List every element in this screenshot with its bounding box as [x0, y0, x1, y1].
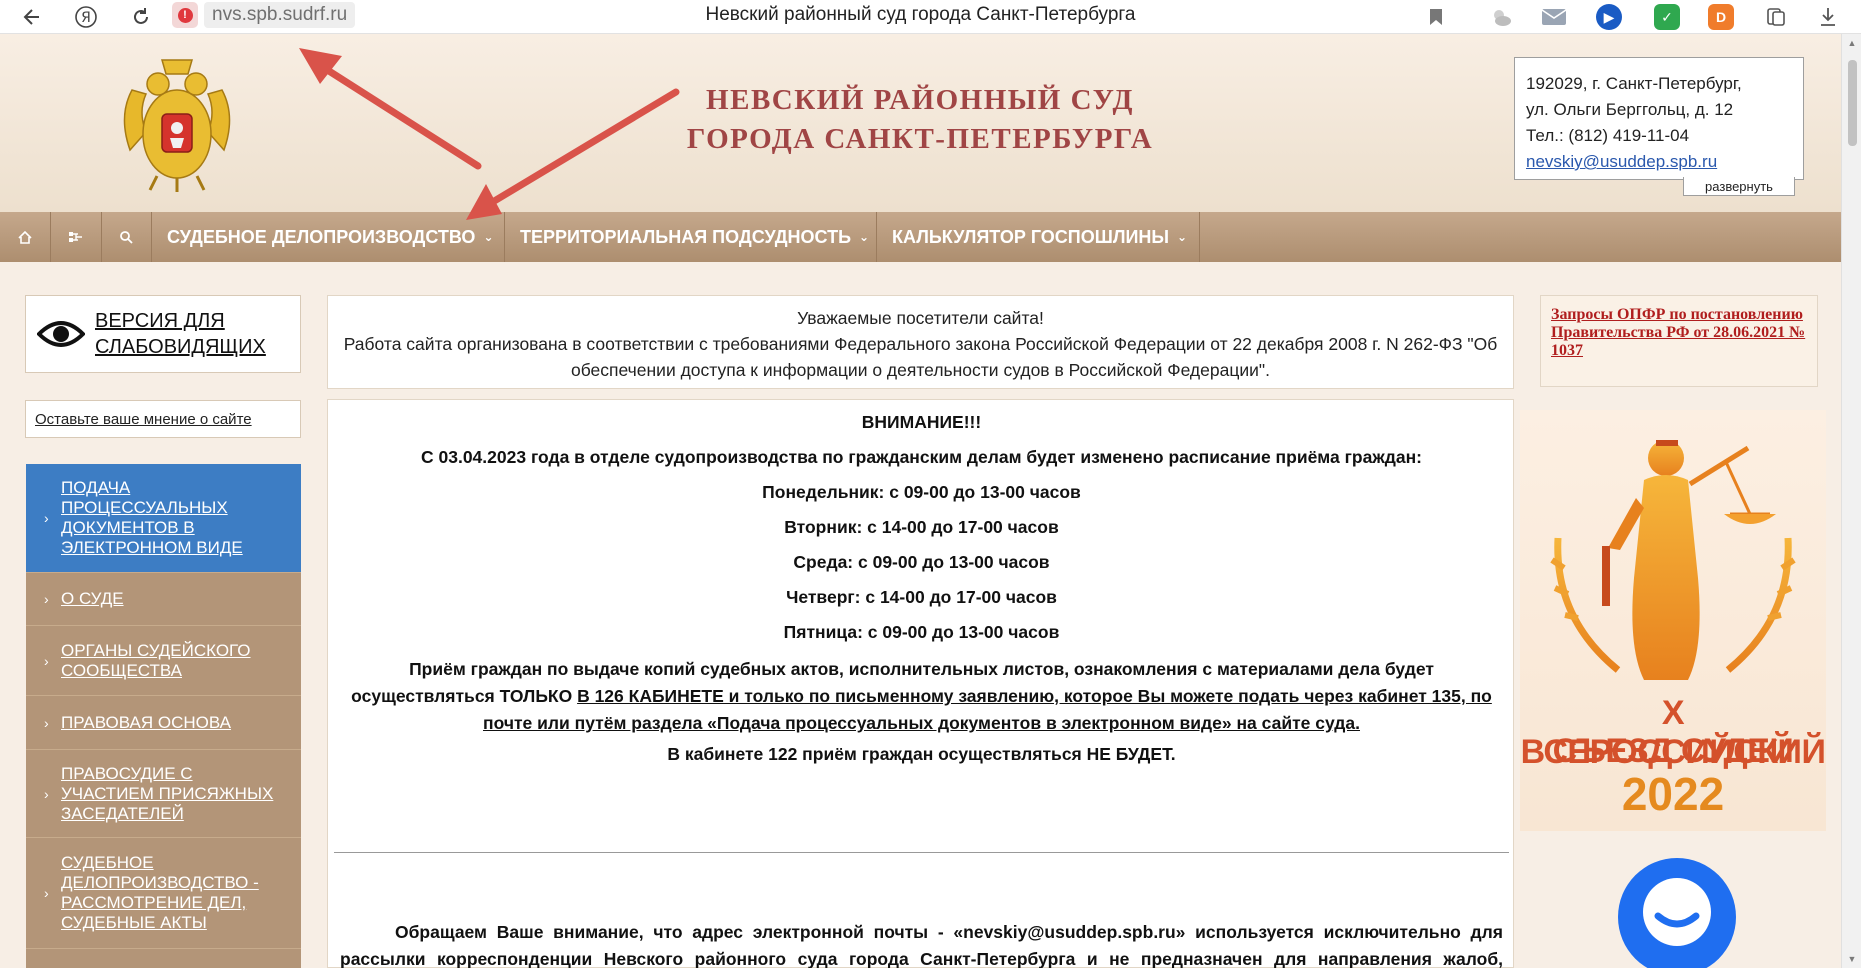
main-content: ВНИМАНИЕ!!! С 03.04.2023 года в отделе с…: [327, 399, 1514, 968]
chevron-right-icon: ›: [44, 591, 49, 607]
shield-check-icon[interactable]: ✓: [1654, 4, 1680, 30]
court-title-line1: НЕВСКИЙ РАЙОННЫЙ СУД: [706, 84, 1134, 116]
security-warning-icon[interactable]: !: [172, 2, 198, 28]
sidebar-item-label: ОРГАНЫ СУДЕЙСКОГО СООБЩЕСТВА: [61, 640, 251, 680]
nav-menu-calculator[interactable]: КАЛЬКУЛЯТОР ГОСПОШЛИНЫ ⌄: [877, 212, 1200, 262]
weather-icon[interactable]: [1488, 4, 1514, 30]
nav-menu-jurisdiction-label: ТЕРРИТОРИАЛЬНАЯ ПОДСУДНОСТЬ: [520, 226, 852, 247]
sidebar-item-proceedings[interactable]: › СУДЕБНОЕ ДЕЛОПРОИЗВОДСТВО - РАССМОТРЕН…: [26, 838, 301, 949]
attention-heading: ВНИМАНИЕ!!!: [861, 412, 982, 432]
sidebar-item-label: О СУДЕ: [61, 589, 124, 608]
coat-of-arms-icon: [123, 59, 231, 192]
scroll-down-icon[interactable]: ▼: [1842, 950, 1861, 968]
chevron-right-icon: ›: [44, 785, 49, 802]
court-title: НЕВСКИЙ РАЙОННЫЙ СУД ГОРОДА САНКТ-ПЕТЕРБ…: [680, 81, 1160, 159]
banner-line2: СЪЕЗД СУДЕЙ: [1552, 732, 1794, 770]
sidebar-item-label: ПРАВОВАЯ ОСНОВА: [61, 712, 231, 732]
sidebar-item-about[interactable]: › О СУДЕ: [26, 573, 301, 626]
phone: Тел.: (812) 419-11-04: [1526, 126, 1690, 145]
reception-paragraph: Приём граждан по выдаче копий судебных а…: [348, 656, 1495, 737]
collections-icon[interactable]: [1763, 4, 1789, 30]
scroll-thumb[interactable]: [1848, 60, 1857, 146]
expand-contacts-button[interactable]: развернуть: [1683, 177, 1795, 196]
sidebar-item-label: СУДЕБНОЕ ДЕЛОПРОИЗВОДСТВО - РАССМОТРЕНИЕ…: [61, 853, 259, 932]
extension-d-icon[interactable]: D: [1708, 4, 1734, 30]
eye-icon: [37, 321, 85, 347]
contact-card: 192029, г. Санкт-Петербург, ул. Ольги Бе…: [1514, 57, 1804, 180]
nav-menu-jurisdiction[interactable]: ТЕРРИТОРИАЛЬНАЯ ПОДСУДНОСТЬ ⌄: [505, 212, 877, 262]
address-line2: ул. Ольги Берггольц, д. 12: [1526, 100, 1734, 119]
content-divider: [334, 852, 1509, 853]
svg-text:Я: Я: [81, 10, 91, 26]
search-icon[interactable]: [102, 212, 152, 262]
schedule-intro: С 03.04.2023 года в отделе судопроизводс…: [421, 447, 1422, 467]
low-vision-label: ВЕРСИЯ ДЛЯ СЛАБОВИДЯЩИХ: [95, 310, 266, 358]
sidebar-item-next[interactable]: [26, 949, 301, 968]
sidebar-item-label: ПОДАЧА ПРОЦЕССУАЛЬНЫХ ДОКУМЕНТОВ В ЭЛЕКТ…: [61, 478, 243, 557]
notice-greeting: Уважаемые посетители сайта!: [797, 308, 1044, 328]
browser-toolbar: Я ! nvs.spb.sudrf.ru Невский районный су…: [0, 0, 1861, 34]
reception-text-part2: В 126 КАБИНЕТЕ и только по письменному з…: [483, 686, 1492, 733]
chevron-right-icon: ›: [44, 714, 49, 731]
themis-statue-icon: [1550, 440, 1796, 680]
email-link[interactable]: nevskiy@usuddep.spb.ru: [1526, 149, 1803, 175]
cabinet-122-notice: В кабинете 122 приём граждан осуществлят…: [667, 744, 1176, 764]
nav-menu-calculator-label: КАЛЬКУЛЯТОР ГОСПОШЛИНЫ: [892, 226, 1170, 247]
sidebar-item-e-filing[interactable]: › ПОДАЧА ПРОЦЕССУАЛЬНЫХ ДОКУМЕНТОВ В ЭЛЕ…: [26, 464, 301, 573]
sidebar-item-jury[interactable]: › ПРАВОСУДИЕ С УЧАСТИЕМ ПРИСЯЖНЫХ ЗАСЕДА…: [26, 750, 301, 838]
home-icon[interactable]: [0, 212, 51, 262]
schedule-friday: Пятница: с 09-00 до 13-00 часов: [783, 622, 1060, 642]
sidebar-item-label: ПРАВОСУДИЕ С УЧАСТИЕМ ПРИСЯЖНЫХ ЗАСЕДАТЕ…: [61, 763, 274, 823]
judges-congress-banner[interactable]: X ВСЕРОССИЙСКИЙ СЪЕЗД СУДЕЙ 2022: [1520, 410, 1826, 831]
nav-menu-proceedings-label: СУДЕБНОЕ ДЕЛОПРОИЗВОДСТВО: [167, 226, 476, 247]
top-navigation: СУДЕБНОЕ ДЕЛОПРОИЗВОДСТВО ⌄ ТЕРРИТОРИАЛЬ…: [0, 212, 1841, 262]
bookmark-icon[interactable]: [1422, 0, 1450, 34]
address-bar[interactable]: ! nvs.spb.sudrf.ru: [172, 2, 356, 28]
chevron-down-icon: ⌄: [1177, 230, 1188, 244]
chat-bubble-icon: [1643, 878, 1711, 946]
schedule-monday: Понедельник: с 09-00 до 13-00 часов: [762, 482, 1081, 502]
reload-icon[interactable]: [123, 0, 159, 34]
url-text[interactable]: nvs.spb.sudrf.ru: [204, 2, 356, 28]
address-line1: 192029, г. Санкт-Петербург,: [1526, 74, 1742, 93]
email-notice: Обращаем Ваше внимание, что адрес электр…: [340, 922, 1503, 968]
schedule-wednesday: Среда: с 09-00 до 13-00 часов: [793, 552, 1050, 572]
chat-widget-button[interactable]: [1618, 858, 1736, 968]
schedule-tuesday: Вторник: с 14-00 до 17-00 часов: [784, 517, 1059, 537]
sidebar-item-legal-basis[interactable]: › ПРАВОВАЯ ОСНОВА: [26, 696, 301, 750]
low-vision-version-button[interactable]: ВЕРСИЯ ДЛЯ СЛАБОВИДЯЩИХ: [25, 295, 301, 373]
feedback-link[interactable]: Оставьте ваше мнение о сайте: [25, 400, 301, 438]
sidebar-item-judicial-bodies[interactable]: › ОРГАНЫ СУДЕЙСКОГО СООБЩЕСТВА: [26, 626, 301, 696]
chevron-right-icon: ›: [44, 885, 49, 901]
court-title-line2: ГОРОДА САНКТ-ПЕТЕРБУРГА: [686, 123, 1154, 155]
back-icon[interactable]: [14, 0, 50, 34]
media-icon[interactable]: ▶: [1596, 4, 1622, 30]
chevron-right-icon: ›: [44, 510, 49, 526]
chevron-down-icon: ⌄: [859, 230, 870, 244]
pension-fund-requests-link[interactable]: Запросы ОПФР по постановлению Правительс…: [1540, 295, 1818, 387]
visitor-notice: Уважаемые посетители сайта! Работа сайта…: [327, 295, 1514, 389]
notice-text: Работа сайта организована в соответствии…: [343, 334, 1498, 380]
site-header: НЕВСКИЙ РАЙОННЫЙ СУД ГОРОДА САНКТ-ПЕТЕРБ…: [0, 34, 1841, 212]
page-scrollbar[interactable]: ▲ ▼: [1841, 34, 1861, 968]
nav-menu-proceedings[interactable]: СУДЕБНОЕ ДЕЛОПРОИЗВОДСТВО ⌄: [152, 212, 505, 262]
mail-icon[interactable]: [1541, 4, 1567, 30]
schedule-thursday: Четверг: с 14-00 до 17-00 часов: [786, 587, 1057, 607]
yandex-icon[interactable]: Я: [68, 0, 104, 34]
chevron-right-icon: ›: [44, 652, 49, 669]
scroll-up-icon[interactable]: ▲: [1842, 34, 1861, 52]
banner-year: 2022: [1621, 768, 1725, 820]
chevron-down-icon: ⌄: [483, 230, 494, 244]
download-icon[interactable]: [1815, 0, 1841, 34]
sitemap-icon[interactable]: [51, 212, 102, 262]
